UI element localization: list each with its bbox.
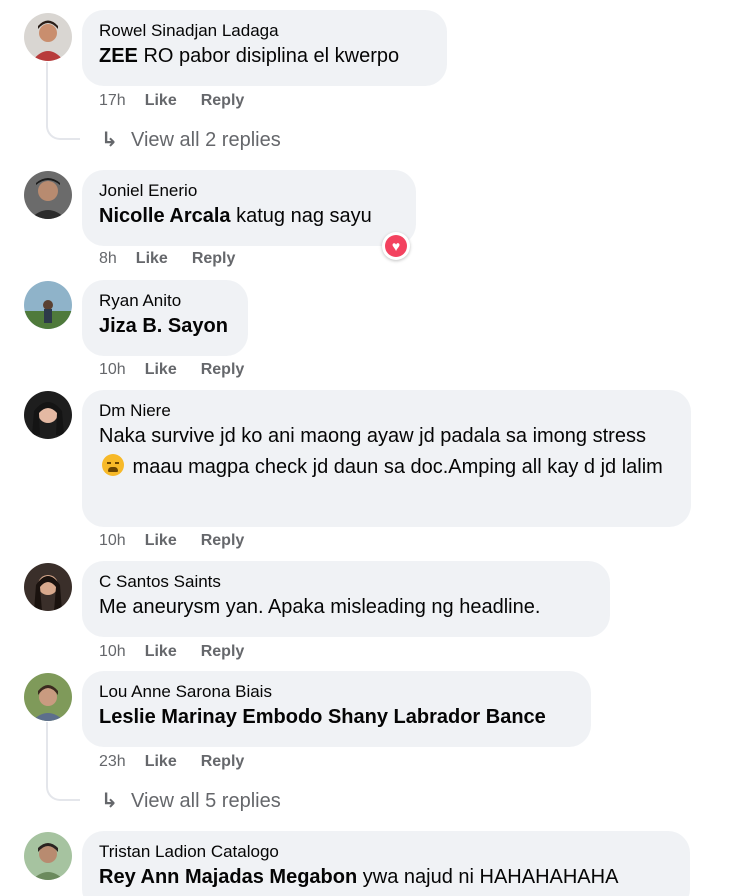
reply-button[interactable]: Reply	[201, 361, 245, 379]
view-replies-label: View all 2 replies	[131, 129, 281, 151]
reply-button[interactable]: Reply	[201, 92, 245, 110]
comment-author[interactable]: Tristan Ladion Catalogo	[99, 842, 672, 862]
avatar[interactable]	[24, 832, 72, 880]
mention-tag[interactable]: Leslie Marinay Embodo Shany Labrador Ban…	[99, 706, 546, 728]
like-button[interactable]: Like	[145, 643, 177, 661]
comment-actions: 10h Like Reply	[99, 643, 268, 661]
comment-bubble: Rowel Sinadjan Ladaga ZEE RO pabor disip…	[82, 10, 447, 86]
mention-tag[interactable]: Jiza B. Sayon	[99, 315, 228, 337]
heart-reaction-icon: ♥	[385, 235, 407, 257]
comment-text: ZEE RO pabor disiplina el kwerpo	[99, 45, 400, 67]
mention-tag[interactable]: Rey Ann Majadas Megabon	[99, 866, 357, 888]
comment-timestamp[interactable]: 17h	[99, 92, 126, 110]
comment-timestamp[interactable]: 8h	[99, 250, 117, 268]
reply-button[interactable]: Reply	[192, 250, 236, 268]
comment-timestamp[interactable]: 23h	[99, 753, 126, 771]
comment-author[interactable]: Dm Niere	[99, 401, 673, 421]
thread-line	[46, 722, 80, 801]
comment-bubble: Joniel Enerio Nicolle Arcala katug nag s…	[82, 170, 416, 246]
comment-actions: 8h Like Reply	[99, 250, 259, 268]
comment-text: Me aneurysm yan. Apaka misleading ng hea…	[99, 596, 541, 618]
avatar[interactable]	[24, 673, 72, 721]
reply-button[interactable]: Reply	[201, 532, 245, 550]
comment-bubble: Dm Niere Naka survive jd ko ani maong ay…	[82, 390, 691, 527]
comment-author[interactable]: Rowel Sinadjan Ladaga	[99, 21, 429, 41]
avatar[interactable]	[24, 13, 72, 61]
comment-text: Leslie Marinay Embodo Shany Labrador Ban…	[99, 702, 573, 733]
comment-author[interactable]: C Santos Saints	[99, 572, 592, 592]
like-button[interactable]: Like	[145, 92, 177, 110]
avatar[interactable]	[24, 391, 72, 439]
like-button[interactable]: Like	[145, 753, 177, 771]
comment-author[interactable]: Joniel Enerio	[99, 181, 398, 201]
comment-actions: 23h Like Reply	[99, 753, 268, 771]
comment-author[interactable]: Lou Anne Sarona Biais	[99, 682, 573, 702]
avatar[interactable]	[24, 281, 72, 329]
comment-actions: 17h Like Reply	[99, 92, 268, 110]
view-replies-link[interactable]: ↳ View all 5 replies	[101, 788, 281, 813]
reply-button[interactable]: Reply	[201, 643, 245, 661]
comment-text: Nicolle Arcala katug nag sayu	[99, 205, 372, 227]
comment-timestamp[interactable]: 10h	[99, 361, 126, 379]
like-button[interactable]: Like	[136, 250, 168, 268]
reply-button[interactable]: Reply	[201, 753, 245, 771]
comment-text: Naka survive jd ko ani maong ayaw jd pad…	[99, 425, 663, 478]
comment-text: Jiza B. Sayon	[99, 311, 230, 342]
mention-tag[interactable]: ZEE	[99, 45, 138, 67]
comment-author[interactable]: Ryan Anito	[99, 291, 230, 311]
comment-bubble: Ryan Anito Jiza B. Sayon	[82, 280, 248, 356]
reply-arrow-icon: ↳	[101, 129, 118, 151]
comment-timestamp[interactable]: 10h	[99, 532, 126, 550]
comment-text: Rey Ann Majadas Megabon ywa najud ni HAH…	[99, 866, 619, 888]
reply-arrow-icon: ↳	[101, 790, 118, 812]
comment-actions: 10h Like Reply	[99, 532, 268, 550]
like-button[interactable]: Like	[145, 361, 177, 379]
view-replies-link[interactable]: ↳ View all 2 replies	[101, 127, 281, 152]
comment-bubble: Tristan Ladion Catalogo Rey Ann Majadas …	[82, 831, 690, 896]
avatar[interactable]	[24, 563, 72, 611]
thread-line	[46, 62, 80, 140]
comment-bubble: C Santos Saints Me aneurysm yan. Apaka m…	[82, 561, 610, 637]
view-replies-label: View all 5 replies	[131, 790, 281, 812]
comment-actions: 10h Like Reply	[99, 361, 268, 379]
reaction-badge[interactable]: ♥	[382, 232, 410, 260]
weary-face-emoji-icon	[102, 454, 124, 476]
like-button[interactable]: Like	[145, 532, 177, 550]
mention-tag[interactable]: Nicolle Arcala	[99, 205, 231, 227]
comment-bubble: Lou Anne Sarona Biais Leslie Marinay Emb…	[82, 671, 591, 747]
avatar[interactable]	[24, 171, 72, 219]
comment-timestamp[interactable]: 10h	[99, 643, 126, 661]
